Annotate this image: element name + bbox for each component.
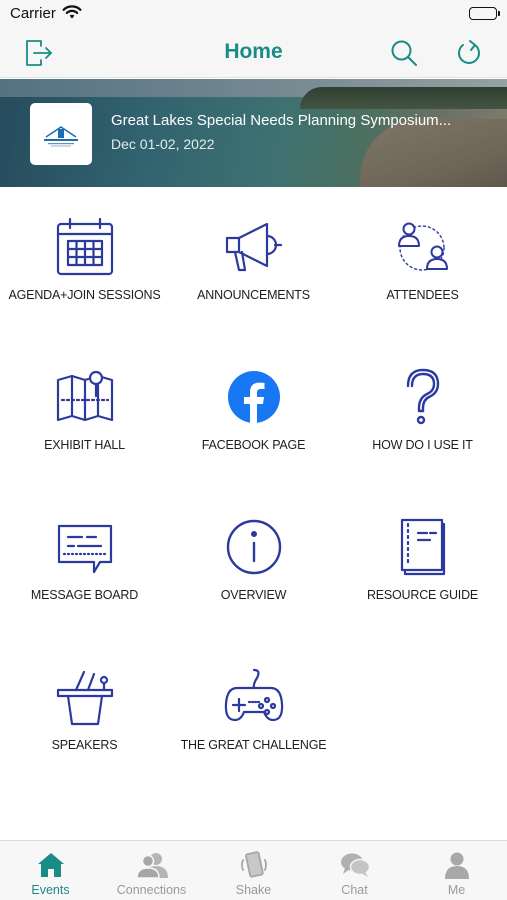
menu-item-label: RESOURCE GUIDE [366, 588, 479, 602]
map-icon [53, 365, 117, 429]
wifi-icon [62, 4, 82, 25]
menu-item-label: HOW DO I USE IT [372, 438, 473, 452]
info-icon [222, 515, 286, 579]
page-title: Home [224, 40, 283, 63]
question-icon [391, 365, 455, 429]
event-banner[interactable]: Great Lakes Special Needs Planning Sympo… [0, 79, 507, 187]
message-icon [53, 515, 117, 579]
refresh-icon[interactable] [453, 37, 485, 69]
tab-bar: Events Connections Shake Chat Me [0, 840, 507, 900]
tab-me[interactable]: Me [406, 841, 507, 900]
tab-events[interactable]: Events [0, 841, 101, 900]
menu-item-overview[interactable]: OVERVIEW [169, 487, 338, 637]
podium-icon [53, 665, 117, 729]
status-bar: Carrier [0, 0, 507, 28]
tab-shake[interactable]: Shake [203, 841, 304, 900]
event-logo [30, 103, 92, 165]
tab-label: Events [31, 883, 70, 897]
menu-item-message-board[interactable]: MESSAGE BOARD [0, 487, 169, 637]
tab-connections[interactable]: Connections [101, 841, 202, 900]
gamepad-icon [222, 665, 286, 729]
menu-item-label: AGENDA+JOIN SESSIONS [8, 288, 161, 302]
menu-item-great-challenge[interactable]: THE GREAT CHALLENGE [169, 637, 338, 787]
menu-item-label: MESSAGE BOARD [30, 588, 139, 602]
battery-icon [469, 7, 500, 20]
person-icon [441, 849, 473, 881]
menu-item-speakers[interactable]: SPEAKERS [0, 637, 169, 787]
book-icon [391, 515, 455, 579]
event-title: Great Lakes Special Needs Planning Sympo… [111, 112, 452, 129]
menu-item-label: OVERVIEW [220, 588, 287, 602]
carrier-label: Carrier [10, 5, 56, 22]
search-icon[interactable] [388, 37, 420, 69]
attendees-icon [391, 215, 455, 279]
facebook-icon [222, 365, 286, 429]
calendar-icon [53, 215, 117, 279]
chat-icon [339, 849, 371, 881]
menu-item-resource-guide[interactable]: RESOURCE GUIDE [338, 487, 507, 637]
tab-label: Chat [341, 883, 368, 897]
connections-icon [135, 849, 168, 881]
menu-item-announcements[interactable]: ANNOUNCEMENTS [169, 187, 338, 337]
tab-label: Me [447, 883, 466, 897]
menu-item-label: EXHIBIT HALL [44, 438, 125, 452]
tab-label: Connections [116, 883, 187, 897]
menu-item-attendees[interactable]: ATTENDEES [338, 187, 507, 337]
shake-icon [238, 849, 270, 881]
menu-item-how-to[interactable]: HOW DO I USE IT [338, 337, 507, 487]
menu-item-label: ANNOUNCEMENTS [197, 288, 310, 302]
menu-item-facebook[interactable]: FACEBOOK PAGE [169, 337, 338, 487]
home-icon [35, 849, 67, 881]
tab-label: Shake [235, 883, 272, 897]
menu-item-label: FACEBOOK PAGE [201, 438, 306, 452]
menu-item-label: ATTENDEES [386, 288, 459, 302]
nav-bar: Home [0, 28, 507, 78]
menu-item-exhibit-hall[interactable]: EXHIBIT HALL [0, 337, 169, 487]
menu-item-label: SPEAKERS [51, 738, 118, 752]
menu-item-agenda[interactable]: AGENDA+JOIN SESSIONS [0, 187, 169, 337]
menu-item-label: THE GREAT CHALLENGE [180, 738, 327, 752]
megaphone-icon [222, 215, 286, 279]
tab-chat[interactable]: Chat [304, 841, 405, 900]
event-date: Dec 01-02, 2022 [111, 136, 215, 152]
